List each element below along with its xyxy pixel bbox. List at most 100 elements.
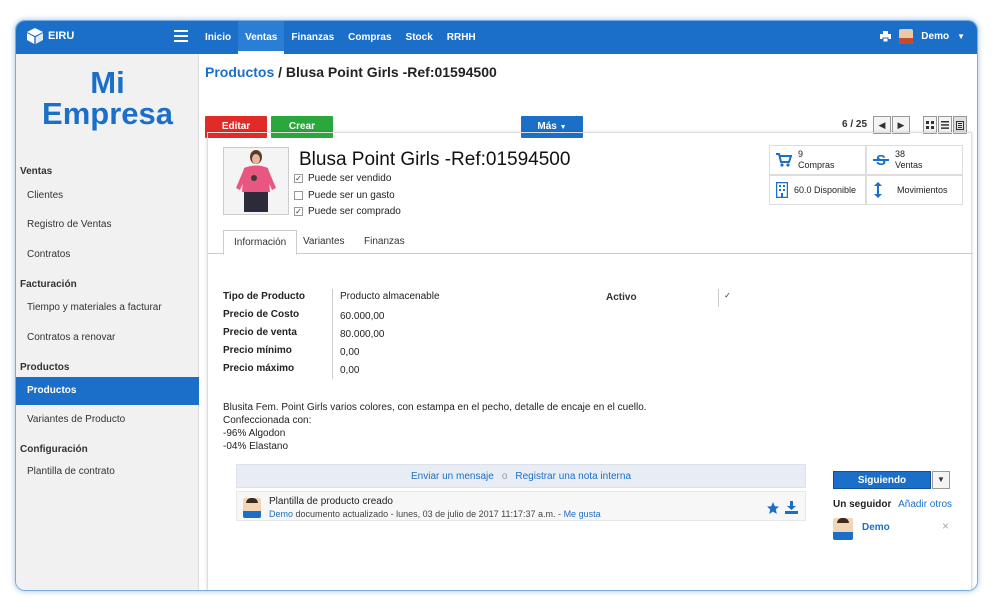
form-tabs: Información Variantes Finanzas bbox=[208, 230, 973, 255]
chatter-message: Plantilla de producto creado Demo docume… bbox=[236, 491, 806, 521]
option-purchase-label: Puede ser comprado bbox=[308, 206, 401, 217]
smart-buttons: 9 Compras S 38 Ventas 60.0 Disponible Movi… bbox=[769, 145, 963, 205]
breadcrumb: Productos / Blusa Point Girls -Ref:01594… bbox=[205, 64, 497, 80]
field-label-tipo: Tipo de Producto bbox=[223, 291, 306, 302]
movimientos-smart-button[interactable]: Movimientos bbox=[866, 175, 963, 205]
building-icon bbox=[776, 182, 788, 198]
sidebar-item-contratos[interactable]: Contratos bbox=[16, 241, 199, 269]
cube-icon bbox=[27, 28, 43, 44]
brand-line-1: Mi bbox=[90, 65, 125, 100]
checkbox-sale[interactable]: ✓ bbox=[294, 174, 303, 183]
send-message-link[interactable]: Enviar un mensaje bbox=[411, 471, 494, 482]
tab-variantes[interactable]: Variantes bbox=[293, 230, 355, 254]
nav-inicio[interactable]: Inicio bbox=[198, 21, 238, 54]
download-icon[interactable] bbox=[785, 501, 798, 514]
nav-compras[interactable]: Compras bbox=[341, 21, 398, 54]
more-label: Más bbox=[537, 121, 557, 132]
checkbox-activo[interactable]: ✓ bbox=[723, 292, 732, 301]
list-icon bbox=[941, 121, 949, 129]
ventas-count: 38 bbox=[895, 149, 906, 159]
hamburger-menu-icon[interactable] bbox=[174, 30, 188, 42]
ventas-smart-button[interactable]: S 38 Ventas bbox=[866, 145, 963, 175]
user-menu-name[interactable]: Demo bbox=[921, 31, 949, 42]
description-line: Confeccionada con: bbox=[223, 415, 312, 426]
sidebar-item-variantes[interactable]: Variantes de Producto bbox=[16, 406, 199, 434]
tab-finanzas[interactable]: Finanzas bbox=[354, 230, 415, 254]
author-avatar[interactable] bbox=[243, 498, 261, 518]
form-sheet: Blusa Point Girls -Ref:01594500 ✓ Puede … bbox=[207, 132, 973, 590]
sidebar-item-plantilla-contrato[interactable]: Plantilla de contrato bbox=[16, 458, 199, 486]
compras-smart-button[interactable]: 9 Compras bbox=[769, 145, 866, 175]
like-link[interactable]: Me gusta bbox=[564, 509, 601, 519]
sidebar-section-ventas: Ventas bbox=[20, 166, 53, 177]
option-purchase[interactable]: ✓ Puede ser comprado bbox=[294, 206, 401, 217]
sidebar-item-productos[interactable]: Productos bbox=[16, 377, 199, 405]
field-value-tipo[interactable]: Producto almacenable bbox=[340, 291, 440, 302]
checkbox-purchase[interactable]: ✓ bbox=[294, 207, 303, 216]
field-value-venta[interactable]: 80.000,00 bbox=[340, 329, 385, 340]
remove-follower-icon[interactable]: × bbox=[942, 519, 949, 533]
chevron-down-icon[interactable]: ▼ bbox=[957, 32, 965, 41]
sidebar-section-configuracion: Configuración bbox=[20, 444, 88, 455]
product-title: Blusa Point Girls -Ref:01594500 bbox=[299, 149, 571, 170]
breadcrumb-separator: / bbox=[278, 64, 283, 80]
product-image[interactable] bbox=[223, 147, 289, 215]
arrow-right-icon: ▶ bbox=[897, 119, 905, 130]
following-dropdown-button[interactable]: ▼ bbox=[932, 471, 950, 489]
field-divider bbox=[332, 289, 333, 379]
follower-name[interactable]: Demo bbox=[862, 522, 890, 533]
app-logo[interactable]: EIRU bbox=[26, 27, 74, 45]
follower-avatar[interactable] bbox=[833, 518, 853, 540]
nav-ventas[interactable]: Ventas bbox=[238, 21, 285, 54]
log-note-link[interactable]: Registrar una nota interna bbox=[515, 471, 631, 482]
field-label-minimo: Precio mínimo bbox=[223, 345, 292, 356]
chatter-separator: o bbox=[501, 470, 508, 482]
compras-count: 9 bbox=[798, 149, 804, 159]
user-area: Demo ▼ bbox=[880, 29, 965, 44]
sidebar-section-productos: Productos bbox=[20, 362, 70, 373]
message-author-link[interactable]: Demo bbox=[269, 509, 293, 519]
company-brand: Mi Empresa bbox=[16, 67, 199, 129]
pager-counter: 6 / 25 bbox=[842, 119, 868, 130]
star-icon[interactable] bbox=[767, 502, 779, 514]
chatter-composer-bar: Enviar un mensaje o Registrar una nota i… bbox=[236, 464, 806, 488]
ventas-label: Ventas bbox=[895, 160, 923, 170]
app-window: EIRU Inicio Ventas Finanzas Compras Stoc… bbox=[15, 20, 978, 591]
description-line: -96% Algodon bbox=[223, 428, 286, 439]
option-expense[interactable]: Puede ser un gasto bbox=[294, 190, 395, 201]
tab-informacion[interactable]: Información bbox=[223, 230, 298, 255]
nav-stock[interactable]: Stock bbox=[399, 21, 440, 54]
disponible-smart-button[interactable]: 60.0 Disponible bbox=[769, 175, 866, 205]
grid-icon bbox=[926, 121, 934, 129]
arrow-left-icon: ◀ bbox=[878, 119, 886, 130]
field-value-minimo[interactable]: 0,00 bbox=[340, 347, 359, 358]
caret-down-icon: ▼ bbox=[937, 475, 945, 484]
brand-line-2: Empresa bbox=[42, 96, 173, 131]
printer-icon[interactable] bbox=[880, 31, 892, 42]
user-avatar[interactable] bbox=[899, 29, 914, 44]
message-meta: Demo documento actualizado - lunes, 03 d… bbox=[269, 509, 601, 519]
app-name: EIRU bbox=[48, 30, 75, 42]
followers-count: Un seguidor bbox=[833, 499, 892, 510]
nav-rrhh[interactable]: RRHH bbox=[440, 21, 483, 54]
blouse-photo-icon bbox=[224, 148, 288, 214]
field-divider-activo bbox=[718, 289, 719, 307]
nav-finanzas[interactable]: Finanzas bbox=[284, 21, 341, 54]
sidebar-item-tiempo-materiales[interactable]: Tiempo y materiales a facturar bbox=[16, 294, 199, 322]
sidebar-item-clientes[interactable]: Clientes bbox=[16, 182, 199, 210]
option-sale[interactable]: ✓ Puede ser vendido bbox=[294, 173, 391, 184]
field-value-costo[interactable]: 60.000,00 bbox=[340, 311, 385, 322]
field-label-venta: Precio de venta bbox=[223, 327, 297, 338]
sidebar: Mi Empresa Ventas Clientes Registro de V… bbox=[16, 54, 199, 590]
form-icon bbox=[956, 120, 964, 130]
field-label-activo: Activo bbox=[606, 292, 637, 303]
followers-header: Un seguidor Añadir otros bbox=[833, 499, 952, 510]
field-value-maximo[interactable]: 0,00 bbox=[340, 365, 359, 376]
following-button[interactable]: Siguiendo bbox=[833, 471, 931, 489]
breadcrumb-parent[interactable]: Productos bbox=[205, 64, 274, 80]
checkbox-expense[interactable] bbox=[294, 191, 303, 200]
sidebar-item-contratos-renovar[interactable]: Contratos a renovar bbox=[16, 324, 199, 352]
field-label-maximo: Precio máximo bbox=[223, 363, 295, 374]
add-followers-link[interactable]: Añadir otros bbox=[898, 499, 952, 510]
sidebar-item-registro-ventas[interactable]: Registro de Ventas bbox=[16, 211, 199, 239]
